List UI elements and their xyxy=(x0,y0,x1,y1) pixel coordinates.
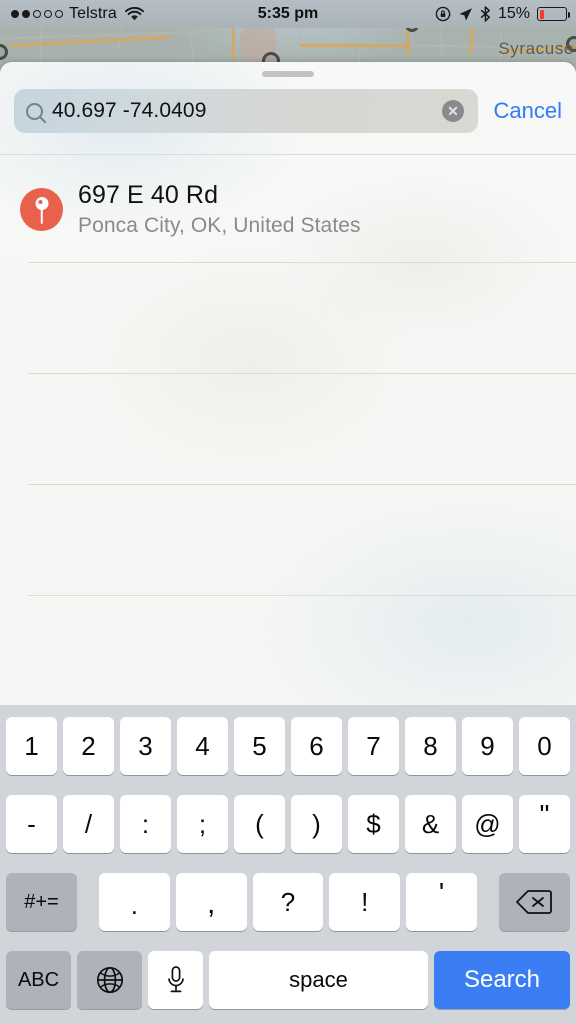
backspace-icon[interactable] xyxy=(498,873,570,931)
map-place-label: Syracuse xyxy=(498,39,574,58)
search-bar: 40.697 -74.0409 Cancel xyxy=(0,84,576,138)
status-bar: Telstra 5:35 pm 15% xyxy=(0,0,576,28)
search-results-list: 697 E 40 Rd Ponca City, OK, United State… xyxy=(0,155,576,705)
key-at[interactable]: @ xyxy=(462,795,513,853)
battery-icon xyxy=(537,7,570,21)
keyboard-row-symbols: - / : ; ( ) $ & @ " xyxy=(0,795,576,853)
map-pin-icon xyxy=(20,187,63,231)
clear-icon[interactable] xyxy=(441,100,464,122)
key-4[interactable]: 4 xyxy=(177,717,228,775)
key-semicolon[interactable]: ; xyxy=(177,795,228,853)
search-input[interactable]: 40.697 -74.0409 xyxy=(14,89,478,133)
result-text-block: 697 E 40 Rd Ponca City, OK, United State… xyxy=(78,181,361,238)
map-junction xyxy=(0,44,8,60)
panel-drag-handle[interactable] xyxy=(262,71,314,77)
key-search-return[interactable]: Search xyxy=(434,951,570,1009)
map-road-major xyxy=(300,44,410,47)
key-hyphen[interactable]: - xyxy=(6,795,57,853)
iphone-screen: Syracuse Telstra 5:35 pm 15% 40.697 -74.… xyxy=(0,0,576,1024)
list-item[interactable]: 697 E 40 Rd Ponca City, OK, United State… xyxy=(0,155,576,263)
key-comma[interactable]: , xyxy=(175,873,247,931)
keyboard-row-bottom: ABC space Search xyxy=(0,951,576,1009)
key-2[interactable]: 2 xyxy=(63,717,114,775)
pin-stem xyxy=(40,206,43,224)
battery-fill xyxy=(539,9,544,19)
key-symbols-toggle[interactable]: #+= xyxy=(6,873,77,931)
map-road-major xyxy=(468,23,475,55)
search-icon xyxy=(26,102,43,120)
key-question[interactable]: ? xyxy=(252,873,324,931)
key-0[interactable]: 0 xyxy=(519,717,570,775)
microphone-icon[interactable] xyxy=(148,951,203,1009)
search-input-value: 40.697 -74.0409 xyxy=(52,99,207,122)
key-colon[interactable]: : xyxy=(120,795,171,853)
cancel-button[interactable]: Cancel xyxy=(494,98,562,124)
key-space[interactable]: space xyxy=(209,951,428,1009)
key-ampersand[interactable]: & xyxy=(405,795,456,853)
list-item-empty xyxy=(0,596,576,705)
key-1[interactable]: 1 xyxy=(6,717,57,775)
key-exclamation[interactable]: ! xyxy=(329,873,401,931)
key-paren-open[interactable]: ( xyxy=(234,795,285,853)
clock: 5:35 pm xyxy=(257,5,319,22)
key-8[interactable]: 8 xyxy=(405,717,456,775)
keyboard-row-punctuation: #+= . , ? ! ' xyxy=(0,873,576,931)
key-apostrophe[interactable]: ' xyxy=(406,873,477,931)
result-subtitle: Ponca City, OK, United States xyxy=(78,213,361,237)
key-3[interactable]: 3 xyxy=(120,717,171,775)
list-item-empty xyxy=(0,485,576,596)
list-item-empty xyxy=(0,263,576,374)
globe-icon[interactable] xyxy=(77,951,142,1009)
search-panel: 40.697 -74.0409 Cancel 697 E 40 Rd Ponca… xyxy=(0,62,576,705)
onscreen-keyboard: 1 2 3 4 5 6 7 8 9 0 - / : ; ( ) $ & @ " … xyxy=(0,705,576,1024)
keyboard-row-numbers: 1 2 3 4 5 6 7 8 9 0 xyxy=(0,717,576,775)
key-slash[interactable]: / xyxy=(63,795,114,853)
key-dollar[interactable]: $ xyxy=(348,795,399,853)
result-title: 697 E 40 Rd xyxy=(78,180,219,209)
key-7[interactable]: 7 xyxy=(348,717,399,775)
key-period[interactable]: . xyxy=(99,873,170,931)
key-9[interactable]: 9 xyxy=(462,717,513,775)
list-item-empty xyxy=(0,374,576,485)
key-6[interactable]: 6 xyxy=(291,717,342,775)
key-quote[interactable]: " xyxy=(519,795,570,853)
key-paren-close[interactable]: ) xyxy=(291,795,342,853)
key-abc-toggle[interactable]: ABC xyxy=(6,951,71,1009)
key-5[interactable]: 5 xyxy=(234,717,285,775)
